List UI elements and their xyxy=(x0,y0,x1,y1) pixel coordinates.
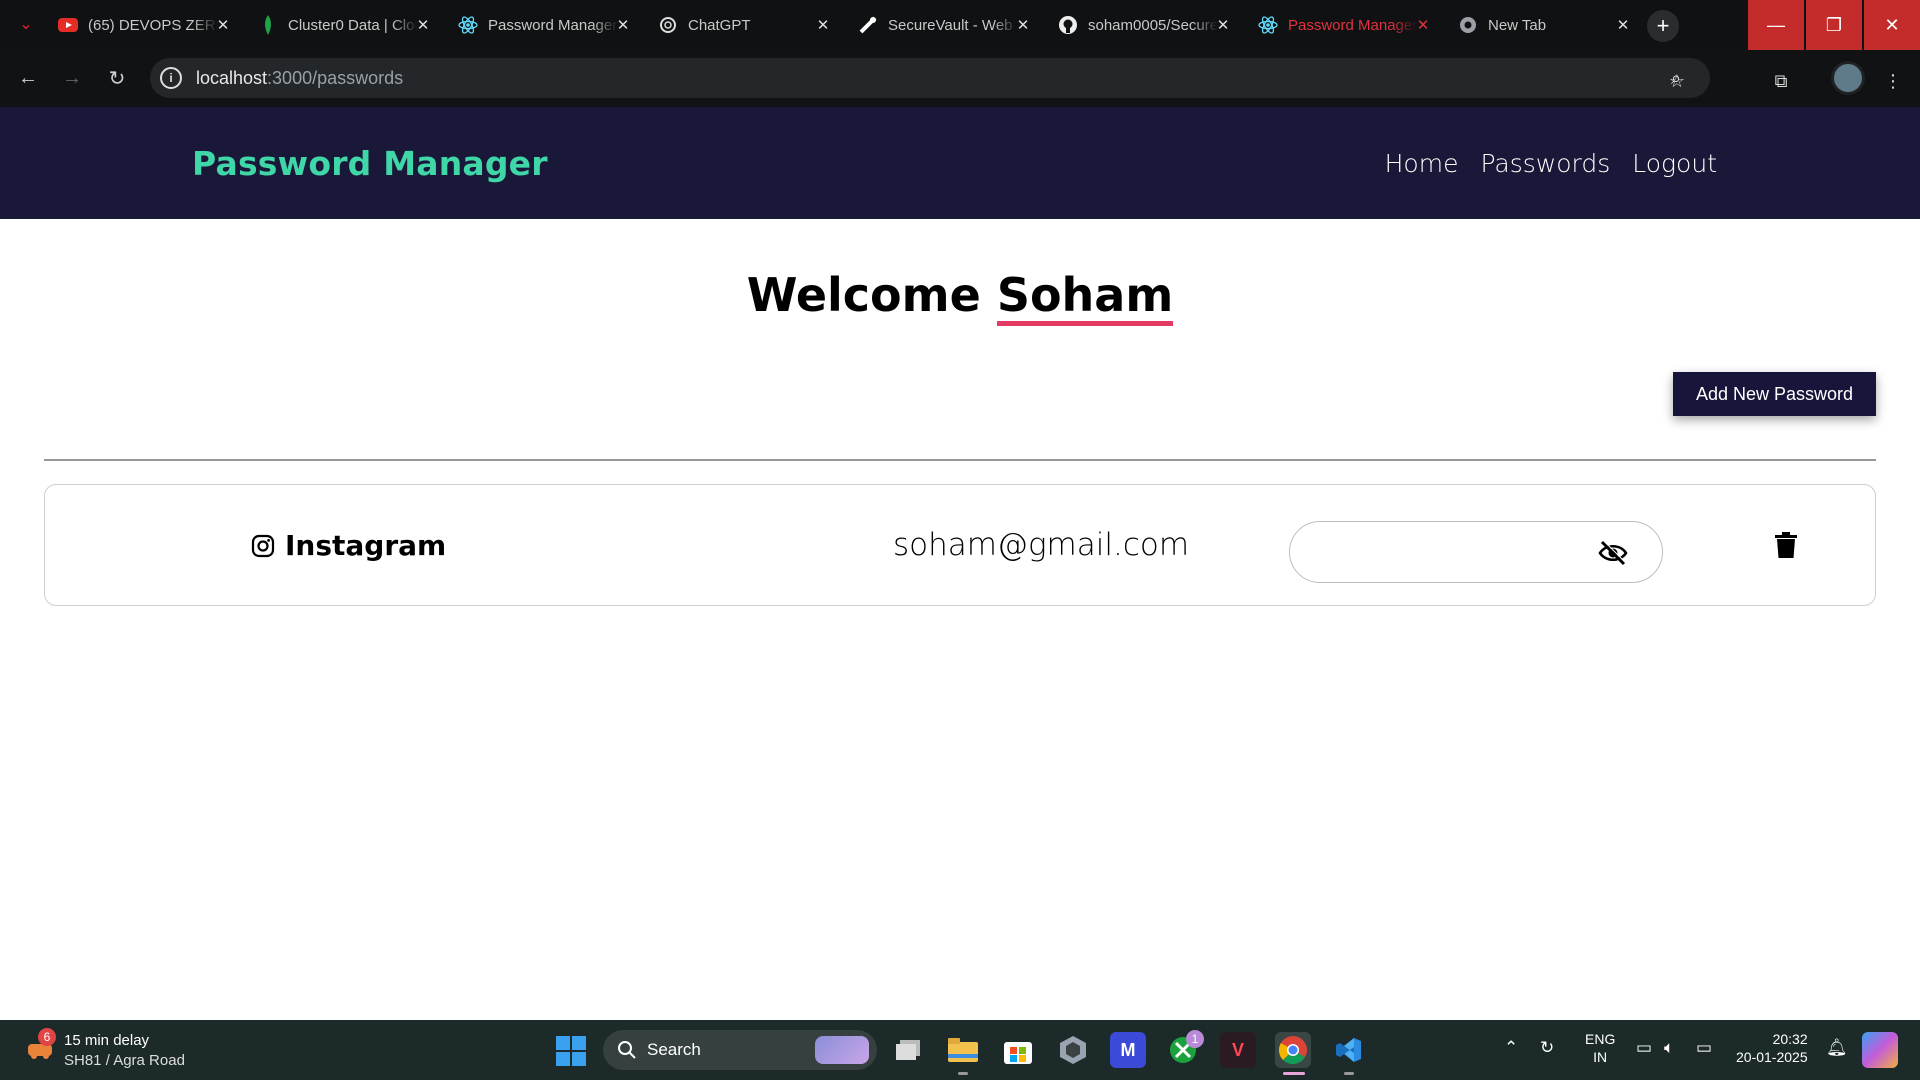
back-arrow-icon[interactable]: ← xyxy=(12,62,44,94)
new-tab-button[interactable]: + xyxy=(1647,10,1679,42)
tab-search-chevron-icon[interactable]: ⌄ xyxy=(14,12,38,36)
welcome-username: Soham xyxy=(996,271,1174,327)
search-label: Search xyxy=(647,1040,701,1059)
chrome-icon xyxy=(1458,15,1478,35)
tab-chatgpt[interactable]: ChatGPT ✕ xyxy=(658,8,838,42)
close-icon[interactable]: ✕ xyxy=(1414,16,1432,34)
restore-button[interactable]: ❐ xyxy=(1806,0,1862,50)
password-field[interactable] xyxy=(1289,521,1663,583)
youtube-icon xyxy=(58,15,78,35)
task-view-icon[interactable] xyxy=(890,1032,926,1068)
divider xyxy=(44,459,1876,461)
browser-toolbar: ← → ↻ i localhost:3000/passwords ⌕ ☆ ⧉ ⋮ xyxy=(0,50,1920,107)
windows-start-icon[interactable] xyxy=(556,1036,586,1066)
close-icon[interactable]: ✕ xyxy=(414,16,432,34)
password-entry-card: Instagram soham@gmail.com xyxy=(44,484,1876,606)
tab-title: Password Manager xyxy=(1288,16,1418,34)
close-icon[interactable]: ✕ xyxy=(1014,16,1032,34)
entry-site: Instagram xyxy=(251,529,446,562)
eye-slash-icon[interactable] xyxy=(1598,540,1628,566)
entry-email: soham@gmail.com xyxy=(893,527,1190,563)
notification-bell-icon[interactable]: 🔔︎ xyxy=(1826,1038,1848,1058)
minimize-button[interactable]: — xyxy=(1748,0,1804,50)
close-icon[interactable]: ✕ xyxy=(214,16,232,34)
volume-icon[interactable]: 🔈︎ xyxy=(1664,1038,1674,1058)
sync-icon[interactable]: ↻ xyxy=(1540,1038,1554,1058)
browser-tabstrip: ⌄ (65) DEVOPS ZERO TO HERO ✕ Cluster0 Da… xyxy=(0,0,1920,50)
profile-avatar[interactable] xyxy=(1831,61,1865,95)
tab-title: soham0005/SecureVault xyxy=(1088,16,1218,34)
mongodb-icon xyxy=(258,15,278,35)
traffic-badge: 6 xyxy=(38,1028,56,1046)
app-navbar: Password Manager Home Passwords Logout xyxy=(0,107,1920,219)
search-icon xyxy=(618,1041,636,1059)
delete-trash-icon[interactable] xyxy=(1775,532,1797,558)
forward-arrow-icon[interactable]: → xyxy=(56,62,88,94)
tab-password-manager[interactable]: Password Manager ✕ xyxy=(458,8,638,42)
tab-github[interactable]: soham0005/SecureVault ✕ xyxy=(1058,8,1238,42)
chrome-taskbar-icon[interactable] xyxy=(1275,1032,1311,1068)
traffic-title[interactable]: 15 min delay xyxy=(64,1032,149,1049)
site-info-icon[interactable]: i xyxy=(160,67,182,89)
valorant-icon[interactable]: V xyxy=(1220,1032,1256,1068)
running-indicator xyxy=(958,1072,968,1075)
copilot-icon[interactable] xyxy=(1862,1032,1898,1068)
url-text: localhost:3000/passwords xyxy=(196,67,404,88)
active-indicator xyxy=(1283,1072,1305,1075)
react-icon xyxy=(1258,15,1278,35)
react-icon xyxy=(458,15,478,35)
search-highlight-image xyxy=(815,1036,869,1064)
github-icon xyxy=(1058,15,1078,35)
chevron-up-icon[interactable]: ⌃ xyxy=(1504,1038,1518,1058)
entry-site-name: Instagram xyxy=(285,529,447,562)
nav-links: Home Passwords Logout xyxy=(1385,149,1717,178)
taskbar-search[interactable]: Search xyxy=(603,1030,877,1070)
language-indicator[interactable]: ENG IN xyxy=(1585,1030,1615,1066)
nav-home-link[interactable]: Home xyxy=(1385,149,1459,178)
microsoft-store-icon[interactable] xyxy=(1000,1032,1036,1068)
editor-app-icon[interactable]: M xyxy=(1110,1032,1146,1068)
tab-title: Password Manager xyxy=(488,16,618,34)
openai-icon xyxy=(658,15,678,35)
address-bar[interactable]: i localhost:3000/passwords ⌕ xyxy=(150,58,1710,98)
instagram-icon xyxy=(251,534,275,557)
vscode-icon[interactable] xyxy=(1330,1032,1366,1068)
tab-new-tab[interactable]: New Tab ✕ xyxy=(1458,8,1638,42)
nav-passwords-link[interactable]: Passwords xyxy=(1480,149,1610,178)
tab-mongodb[interactable]: Cluster0 Data | Cloud ✕ xyxy=(258,8,438,42)
close-window-button[interactable]: ✕ xyxy=(1864,0,1920,50)
close-icon[interactable]: ✕ xyxy=(1614,16,1632,34)
close-icon[interactable]: ✕ xyxy=(614,16,632,34)
welcome-prefix: Welcome xyxy=(746,268,981,322)
reload-icon[interactable]: ↻ xyxy=(101,62,133,94)
traffic-subtitle[interactable]: SH81 / Agra Road xyxy=(64,1052,185,1069)
file-explorer-icon[interactable] xyxy=(945,1032,981,1068)
clock[interactable]: 20:32 20-01-2025 xyxy=(1736,1030,1808,1066)
xbox-badge: 1 xyxy=(1186,1030,1204,1048)
tab-password-manager-active[interactable]: Password Manager ✕ xyxy=(1258,8,1438,42)
tab-title: SecureVault - Web xyxy=(888,16,1013,34)
nav-logout-link[interactable]: Logout xyxy=(1632,149,1717,178)
tab-title: (65) DEVOPS ZERO TO HERO xyxy=(88,16,218,34)
add-new-password-button[interactable]: Add New Password xyxy=(1673,372,1876,416)
running-indicator xyxy=(1344,1072,1354,1075)
tab-title: ChatGPT xyxy=(688,16,751,34)
extensions-icon[interactable]: ⧉ xyxy=(1770,70,1792,92)
tab-securevault[interactable]: SecureVault - Web ✕ xyxy=(858,8,1038,42)
securevault-icon xyxy=(858,15,878,35)
network-icon[interactable]: ▭ xyxy=(1636,1038,1652,1058)
battery-icon[interactable]: ▭ xyxy=(1696,1038,1712,1058)
tab-title: New Tab xyxy=(1488,16,1547,34)
bookmark-star-icon[interactable]: ☆ xyxy=(1666,70,1688,92)
more-menu-icon[interactable]: ⋮ xyxy=(1882,70,1904,92)
password-input[interactable] xyxy=(1310,532,1590,572)
vpn-app-icon[interactable] xyxy=(1055,1032,1091,1068)
close-icon[interactable]: ✕ xyxy=(1214,16,1232,34)
tab-youtube[interactable]: (65) DEVOPS ZERO TO HERO ✕ xyxy=(58,8,238,42)
brand-logo[interactable]: Password Manager xyxy=(192,144,548,183)
os-taskbar: 6 15 min delay SH81 / Agra Road Search M… xyxy=(0,1020,1920,1080)
close-icon[interactable]: ✕ xyxy=(814,16,832,34)
welcome-heading: Welcome Soham xyxy=(0,268,1920,327)
tab-title: Cluster0 Data | Cloud xyxy=(288,16,418,34)
